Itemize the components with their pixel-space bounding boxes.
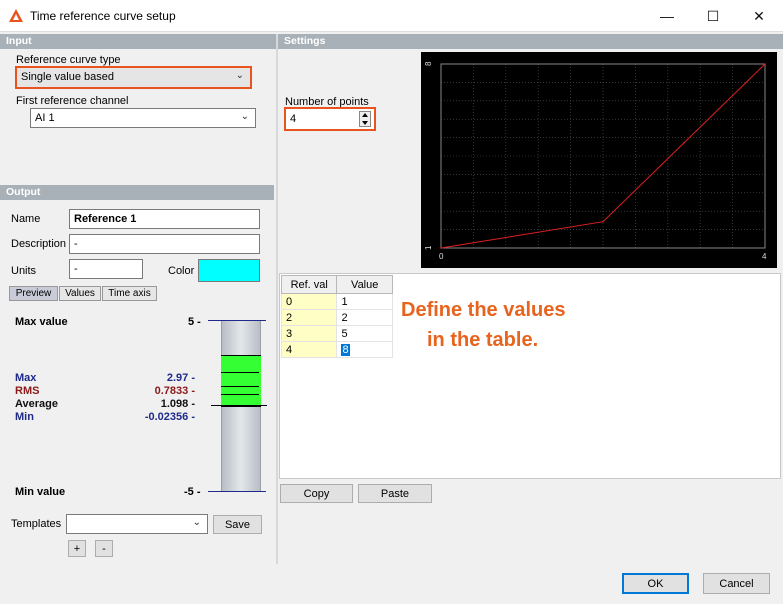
- templates-select[interactable]: ⌄: [66, 514, 208, 534]
- value-cell[interactable]: 8: [336, 341, 393, 358]
- data-point: [602, 220, 604, 223]
- max-value: 5 -: [188, 316, 201, 328]
- ref-cell[interactable]: 0: [280, 293, 338, 310]
- stat-min-value: -0.02356 -: [144, 411, 195, 423]
- stat-average-value: 1.098 -: [160, 398, 195, 410]
- ref-cell[interactable]: 4: [280, 341, 338, 358]
- output-section-header: Output: [0, 185, 274, 200]
- curve-type-select[interactable]: Single value based ⌄: [15, 66, 252, 89]
- max-level-line: [208, 320, 266, 321]
- close-button[interactable]: ✕: [736, 0, 782, 32]
- stat-max-label: Max: [15, 372, 37, 384]
- data-point: [683, 142, 685, 144]
- window-title: Time reference curve setup: [30, 9, 176, 23]
- ok-button[interactable]: OK: [622, 573, 689, 594]
- minimize-button[interactable]: —: [644, 0, 690, 32]
- data-point: [764, 63, 766, 65]
- reference-curve-chart: 0 4 1 8: [421, 52, 777, 268]
- title-bar: Time reference curve setup — ☐ ✕: [0, 0, 783, 32]
- copy-button[interactable]: Copy: [280, 484, 353, 503]
- stat-min: Min -0.02356 -: [15, 411, 195, 423]
- average-marker: [221, 386, 259, 387]
- stat-average: Average 1.098 -: [15, 398, 195, 410]
- tab-preview[interactable]: Preview: [9, 286, 58, 301]
- table-row[interactable]: 3 5: [280, 325, 393, 342]
- maximize-button[interactable]: ☐: [690, 0, 736, 32]
- column-header-ref[interactable]: Ref. val: [280, 275, 338, 294]
- zero-line: [211, 405, 267, 406]
- panel-divider: [276, 34, 278, 564]
- ref-cell[interactable]: 3: [280, 325, 338, 342]
- selected-cell-text[interactable]: 8: [341, 343, 350, 356]
- units-label: Units: [11, 265, 37, 277]
- stat-average-label: Average: [15, 398, 59, 410]
- settings-section-header: Settings: [278, 34, 783, 49]
- first-channel-label: First reference channel: [16, 95, 129, 107]
- y-tick-label: 8: [424, 61, 433, 66]
- save-template-button[interactable]: Save: [213, 515, 262, 534]
- rms-marker: [221, 372, 259, 373]
- column-header-value[interactable]: Value: [336, 275, 393, 294]
- tab-values[interactable]: Values: [59, 286, 101, 301]
- app-logo-icon: [9, 9, 23, 22]
- y-tick-label: 1: [424, 245, 433, 250]
- description-label: Description: [11, 238, 67, 250]
- color-picker[interactable]: [198, 259, 260, 282]
- chevron-down-icon: ⌄: [240, 111, 249, 122]
- value-cell[interactable]: 1: [336, 293, 393, 310]
- values-table[interactable]: Ref. val Value 0 1 2 2 3 5 4 8: [280, 275, 393, 358]
- annotation-line-1: Define the values: [401, 299, 566, 321]
- spin-down-icon[interactable]: [362, 121, 368, 125]
- first-channel-select[interactable]: AI 1 ⌄: [30, 108, 256, 128]
- x-tick-label: 4: [762, 252, 767, 261]
- input-section-header: Input: [0, 34, 276, 49]
- curve-type-label: Reference curve type: [16, 54, 121, 66]
- stat-rms-label: RMS: [15, 385, 40, 397]
- value-cell[interactable]: 2: [336, 309, 393, 326]
- chart-background: [421, 52, 777, 268]
- ref-cell[interactable]: 2: [280, 309, 338, 326]
- first-channel-value: AI 1: [35, 112, 55, 124]
- min-value-label: Min value: [15, 486, 66, 498]
- stat-max-value: 2.97 -: [166, 372, 195, 384]
- add-template-button[interactable]: +: [68, 540, 86, 557]
- num-points-value: 4: [290, 113, 297, 125]
- value-cell[interactable]: 5: [336, 325, 393, 342]
- table-row[interactable]: 0 1: [280, 293, 393, 310]
- color-label: Color: [168, 265, 195, 277]
- max-value-label: Max value: [15, 316, 68, 328]
- min-level-line: [208, 491, 266, 492]
- num-points-stepper[interactable]: 4: [284, 107, 376, 131]
- min-value: -5 -: [184, 486, 201, 498]
- annotation-line-2: in the table.: [427, 329, 539, 351]
- level-fill: [221, 355, 261, 407]
- curve-type-value: Single value based: [21, 71, 114, 83]
- remove-template-button[interactable]: -: [95, 540, 113, 557]
- units-input[interactable]: -: [69, 259, 143, 279]
- table-row[interactable]: 4 8: [280, 341, 393, 358]
- x-tick-label: 0: [439, 252, 444, 261]
- cancel-button[interactable]: Cancel: [703, 573, 770, 594]
- stat-min-label: Min: [15, 411, 34, 423]
- min-marker: [221, 394, 259, 395]
- spin-up-icon[interactable]: [362, 113, 368, 117]
- spin-buttons[interactable]: [359, 111, 371, 127]
- templates-label: Templates: [11, 518, 62, 530]
- tab-time-axis[interactable]: Time axis: [102, 286, 157, 301]
- table-row[interactable]: 2 2: [280, 309, 393, 326]
- stat-max: Max 2.97 -: [15, 372, 195, 384]
- paste-button[interactable]: Paste: [358, 484, 432, 503]
- description-input[interactable]: -: [69, 234, 260, 254]
- name-input[interactable]: Reference 1: [69, 209, 260, 229]
- data-point: [440, 247, 442, 249]
- chevron-down-icon: ⌄: [192, 517, 201, 528]
- stat-rms-value: 0.7833 -: [154, 385, 195, 397]
- chevron-down-icon: ⌄: [235, 70, 244, 81]
- stat-rms: RMS 0.7833 -: [15, 385, 195, 397]
- name-label: Name: [11, 213, 41, 225]
